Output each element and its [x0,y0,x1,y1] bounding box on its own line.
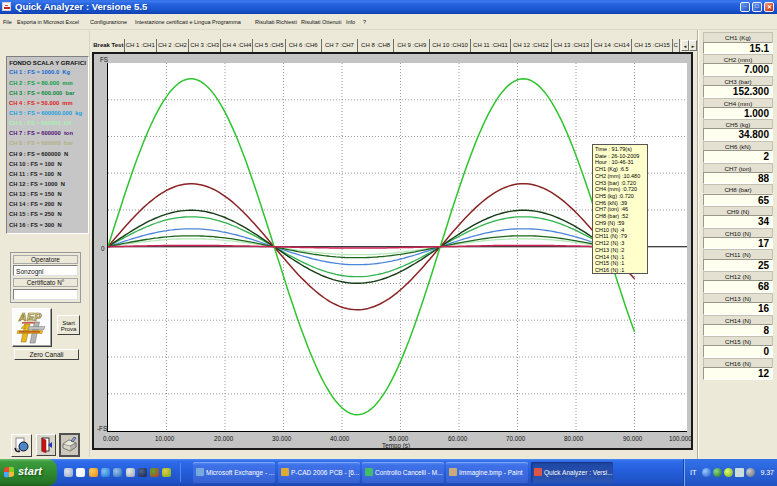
svg-text:AEP: AEP [18,311,42,323]
